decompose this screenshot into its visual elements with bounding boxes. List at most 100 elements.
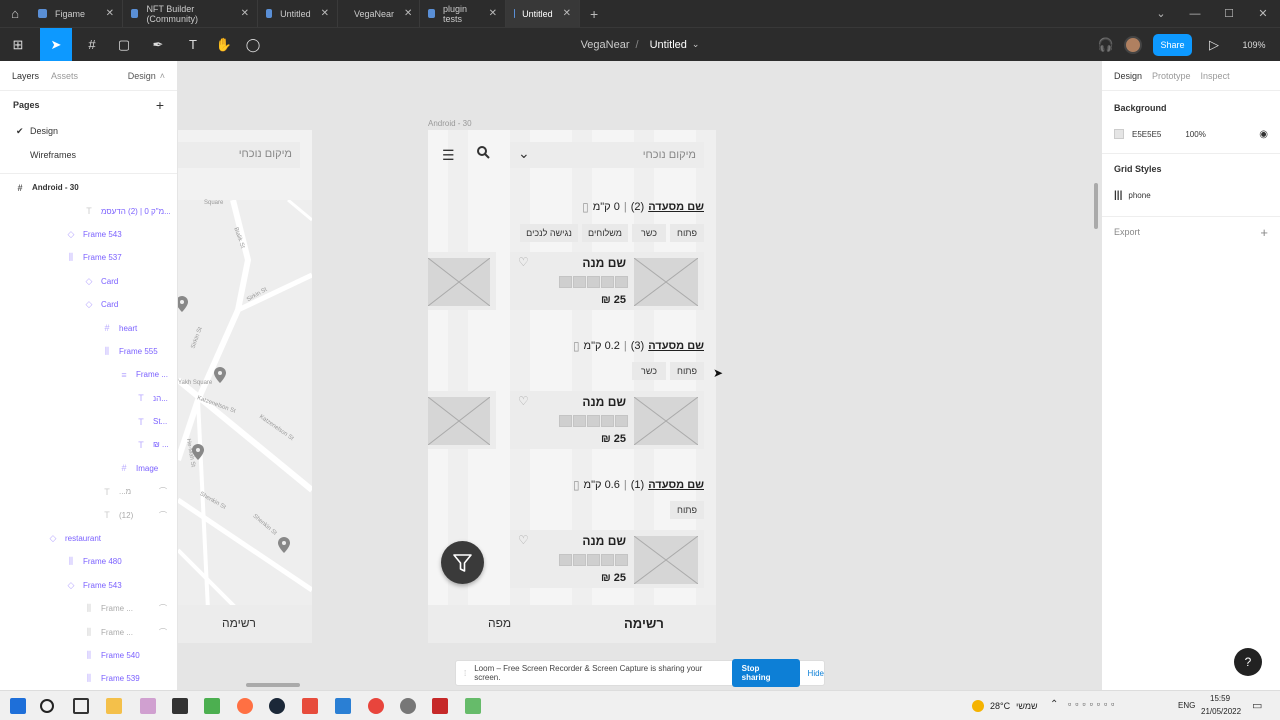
map-search-bar[interactable]: מיקום נוכחי <box>178 142 300 168</box>
app-icon[interactable] <box>172 698 188 714</box>
page-item-design[interactable]: ✔ Design <box>0 119 177 143</box>
add-page-icon[interactable]: + <box>156 97 164 113</box>
restaurant-name[interactable]: שם מסעדה <box>648 201 704 213</box>
layer-row[interactable]: T הנ... <box>0 387 177 410</box>
hide-button[interactable]: Hide <box>808 669 824 678</box>
project-name[interactable]: VegaNear <box>581 39 630 51</box>
weather-icon[interactable] <box>972 700 984 712</box>
nav-list[interactable]: רשימה <box>624 616 664 631</box>
weather-temp[interactable]: 28°C <box>990 701 1010 711</box>
frame-tool-icon[interactable]: # <box>80 28 104 61</box>
layer-row[interactable]: ⫼ Frame 480 <box>0 550 177 573</box>
chevron-down-icon[interactable]: ⌄ <box>692 39 700 50</box>
layer-row[interactable]: ⫼ Frame 555 <box>0 340 177 363</box>
headphones-icon[interactable]: 🎧 <box>1094 28 1118 61</box>
zoom-level[interactable]: 109% <box>1234 28 1274 61</box>
app-icon[interactable] <box>465 698 481 714</box>
minimize-icon[interactable]: — <box>1178 8 1212 20</box>
eye-icon[interactable]: ◉ <box>1259 129 1268 140</box>
add-export-icon[interactable]: + <box>1260 225 1268 240</box>
settings-icon[interactable] <box>400 698 416 714</box>
tab-figame[interactable]: Figame ✕ <box>30 0 123 27</box>
tab-nft-builder[interactable]: NFT Builder (Community) ✕ <box>123 0 258 27</box>
layer-row[interactable]: ◇ restaurant <box>0 527 177 550</box>
share-button[interactable]: Share <box>1153 34 1192 56</box>
restaurant-header[interactable]: שם מסעדה (2) | 0 ק"מ ▯ <box>582 200 704 214</box>
page-switcher[interactable]: Design <box>128 71 156 81</box>
layer-row[interactable]: ⫼ Frame ... ⌒ <box>0 620 177 643</box>
map-pin-icon[interactable] <box>214 367 226 383</box>
layer-row[interactable]: ◇ Card <box>0 293 177 316</box>
heart-icon[interactable]: ♡ <box>518 394 529 408</box>
layer-row[interactable]: ⫼ Frame 540 <box>0 644 177 667</box>
layer-row[interactable]: T ₪ ... <box>0 433 177 456</box>
nav-map[interactable]: מפה <box>488 616 511 630</box>
layer-row[interactable]: ⫼ Frame 537 <box>0 246 177 269</box>
search-icon[interactable] <box>40 699 54 713</box>
chevron-down-icon[interactable]: ⌄ <box>1144 7 1178 20</box>
tab-untitled-1[interactable]: Untitled ✕ <box>258 0 338 27</box>
new-tab-icon[interactable]: + <box>580 6 608 22</box>
close-icon[interactable]: ✕ <box>394 8 412 19</box>
tab-veganear[interactable]: VegaNear ✕ <box>338 0 420 27</box>
tray-icons[interactable]: ▫▫▫▫▫▫▫ <box>1068 699 1118 709</box>
windows-start-icon[interactable] <box>10 698 26 714</box>
map-screen-frame[interactable]: מיקום נוכחי Square Bialik St Sirkin St S… <box>178 130 312 643</box>
tab-assets[interactable]: Assets <box>51 71 78 81</box>
close-icon[interactable]: ✕ <box>96 8 114 19</box>
map-icon[interactable]: ▯ <box>582 200 589 214</box>
layer-row[interactable]: T מ"ק 0 | (2) הדעסמ... <box>0 199 177 222</box>
clock-date[interactable]: 21/05/2022 <box>1201 707 1241 716</box>
close-window-icon[interactable]: ✕ <box>1246 7 1280 20</box>
hidden-icon[interactable]: ⌒ <box>159 603 167 614</box>
text-tool-icon[interactable]: T <box>181 28 205 61</box>
vscode-icon[interactable] <box>335 698 351 714</box>
layer-row[interactable]: # heart <box>0 316 177 339</box>
design-canvas[interactable]: מיקום נוכחי Square Bialik St Sirkin St S… <box>178 61 1101 690</box>
layer-row[interactable]: ≡ Frame ... <box>0 363 177 386</box>
map-pin-icon[interactable] <box>192 444 204 460</box>
chevron-down-icon[interactable]: ⌄ <box>518 145 530 162</box>
background-hex[interactable]: E5E5E5 <box>1132 130 1161 139</box>
horizontal-scrollbar[interactable] <box>246 683 300 687</box>
tab-inspect[interactable]: Inspect <box>1201 71 1230 81</box>
pen-tool-icon[interactable]: ✒ <box>146 28 170 61</box>
hidden-icon[interactable]: ⌒ <box>159 486 167 497</box>
home-icon[interactable]: ⌂ <box>0 0 30 27</box>
layer-row[interactable]: ⫼ Frame 539 <box>0 667 177 690</box>
file-explorer-icon[interactable] <box>106 698 122 714</box>
figma-icon[interactable] <box>302 698 318 714</box>
dish-card[interactable]: שם מנה 25 ₪ ♡ <box>510 530 704 588</box>
restaurant-header[interactable]: שם מסעדה (1) | 0.6 ק"מ ▯ <box>573 478 704 492</box>
dish-card[interactable]: שם מנה 25 ₪ ♡ <box>510 391 704 449</box>
chevron-up-icon[interactable]: ⌃ <box>1050 699 1058 710</box>
hidden-icon[interactable]: ⌒ <box>159 627 167 638</box>
stop-sharing-button[interactable]: Stop sharing <box>731 659 800 687</box>
close-icon[interactable]: ✕ <box>479 8 497 19</box>
restaurant-name[interactable]: שם מסעדה <box>648 479 704 491</box>
card-partial[interactable] <box>428 252 496 310</box>
layer-row[interactable]: ◇ Frame 543 <box>0 574 177 597</box>
weather-label[interactable]: שמשי <box>1016 701 1038 711</box>
heart-icon[interactable]: ♡ <box>518 255 529 269</box>
tab-layers[interactable]: Layers <box>12 71 39 81</box>
background-opacity[interactable]: 100% <box>1185 130 1205 139</box>
steam-icon[interactable] <box>269 698 285 714</box>
task-view-icon[interactable] <box>73 698 89 714</box>
comment-tool-icon[interactable]: ◯ <box>241 28 265 61</box>
app-icon[interactable] <box>140 698 156 714</box>
grid-style-row[interactable]: ||| phone <box>1102 184 1280 206</box>
map-pin-icon[interactable] <box>278 537 290 553</box>
layer-row[interactable]: T ...מ ⌒ <box>0 480 177 503</box>
chrome-icon[interactable] <box>368 698 384 714</box>
hand-tool-icon[interactable]: ✋ <box>212 28 236 61</box>
app-icon[interactable] <box>237 698 253 714</box>
map-icon[interactable]: ▯ <box>573 339 580 353</box>
present-icon[interactable]: ▷ <box>1204 28 1224 61</box>
move-tool-icon[interactable]: ➤ <box>40 28 72 61</box>
layer-row[interactable]: ⫼ Frame ... ⌒ <box>0 597 177 620</box>
restaurant-header[interactable]: שם מסעדה (3) | 0.2 ק"מ ▯ <box>573 339 704 353</box>
layer-row[interactable]: ◇ Frame 543 <box>0 223 177 246</box>
tab-prototype[interactable]: Prototype <box>1152 71 1191 81</box>
frame-label[interactable]: Android - 30 <box>428 119 472 128</box>
